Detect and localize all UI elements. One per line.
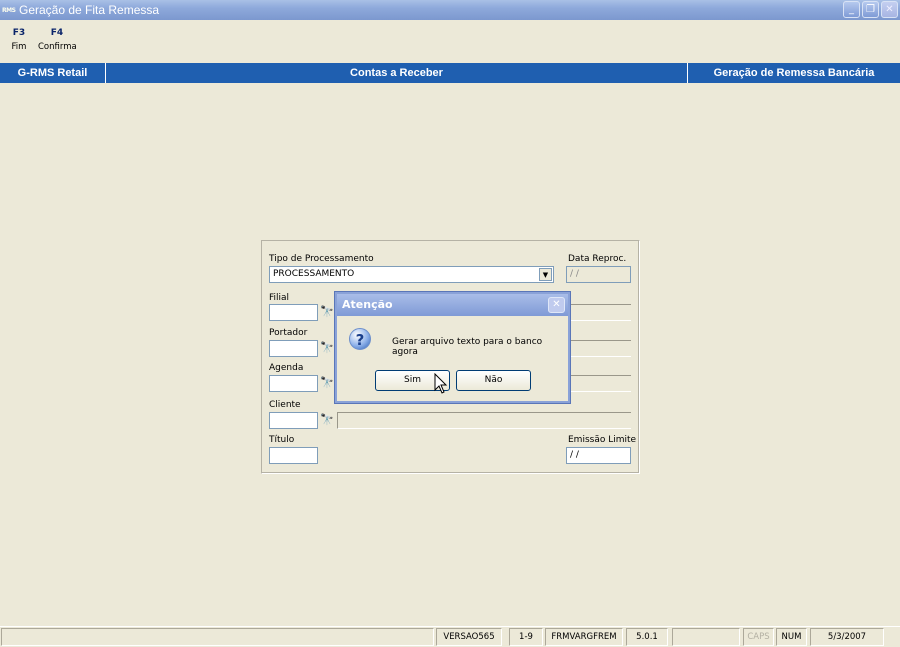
confirma-button[interactable]: F4 Confirma (38, 25, 77, 61)
mouse-cursor-icon (434, 373, 448, 394)
minimize-button[interactable]: _ (843, 1, 860, 18)
agenda-input[interactable] (269, 375, 318, 392)
nao-button[interactable]: Não (456, 370, 531, 391)
confirma-label: Confirma (38, 42, 77, 52)
toolbar: F3 Fim F4 Confirma (0, 25, 77, 61)
app-icon: RMS (2, 6, 16, 14)
status-version: VERSAO565 (436, 628, 502, 646)
dialog-close-icon[interactable]: ✕ (548, 297, 565, 313)
filial-input[interactable] (269, 304, 318, 321)
restore-button[interactable]: ❐ (862, 1, 879, 18)
status-bar: VERSAO565 1-9 FRMVARGFREM 5.0.1 CAPS NUM… (0, 626, 900, 647)
tipo-processamento-value: PROCESSAMENTO (273, 269, 355, 279)
confirm-dialog: Atenção ✕ ? Gerar arquivo texto para o b… (335, 292, 570, 403)
emissao-limite-label: Emissão Limite (568, 435, 637, 445)
titulo-label: Título (269, 435, 295, 445)
tipo-processamento-select[interactable]: PROCESSAMENTO ▼ (269, 266, 554, 283)
status-num: NUM (776, 628, 807, 646)
data-reproc-label: Data Reproc. (568, 254, 627, 264)
emissao-limite-input[interactable]: / / (566, 447, 631, 464)
status-app-version: 5.0.1 (626, 628, 668, 646)
fim-key: F3 (12, 28, 26, 38)
binoculars-icon[interactable]: 🔭 (319, 304, 335, 320)
dialog-title: Atenção (342, 298, 393, 311)
header-band: G-RMS Retail Contas a Receber Geração de… (0, 63, 900, 83)
confirma-key: F4 (50, 28, 64, 38)
window-controls: _ ❐ ✕ (843, 1, 898, 18)
question-icon: ? (349, 328, 371, 350)
header-module: Contas a Receber (106, 63, 688, 83)
titulo-input[interactable] (269, 447, 318, 464)
status-message (1, 628, 434, 646)
window-title: Geração de Fita Remessa (19, 3, 160, 17)
close-button[interactable]: ✕ (881, 1, 898, 18)
status-form-name: FRMVARGFREM (545, 628, 623, 646)
header-app-name: G-RMS Retail (0, 63, 106, 83)
cliente-description (337, 412, 631, 429)
fim-button[interactable]: F3 Fim (0, 25, 38, 61)
status-page: 1-9 (509, 628, 543, 646)
chevron-down-icon[interactable]: ▼ (539, 268, 552, 281)
cliente-label: Cliente (269, 400, 301, 410)
cliente-input[interactable] (269, 412, 318, 429)
window-title-bar: RMS Geração de Fita Remessa _ ❐ ✕ (0, 0, 900, 20)
dialog-title-bar: Atenção ✕ (337, 294, 568, 316)
dialog-message: Gerar arquivo texto para o banco agora (392, 337, 543, 357)
status-caps: CAPS (743, 628, 774, 646)
portador-input[interactable] (269, 340, 318, 357)
binoculars-icon[interactable]: 🔭 (319, 340, 335, 356)
fim-label: Fim (11, 42, 27, 52)
agenda-label: Agenda (269, 363, 304, 373)
binoculars-icon[interactable]: 🔭 (319, 412, 335, 428)
filial-label: Filial (269, 293, 290, 303)
tipo-processamento-label: Tipo de Processamento (269, 254, 374, 264)
header-screen-name: Geração de Remessa Bancária (713, 67, 875, 79)
data-reproc-field: / / (566, 266, 631, 283)
portador-label: Portador (269, 328, 308, 338)
binoculars-icon[interactable]: 🔭 (319, 375, 335, 391)
status-date: 5/3/2007 (810, 628, 884, 646)
status-empty (672, 628, 740, 646)
